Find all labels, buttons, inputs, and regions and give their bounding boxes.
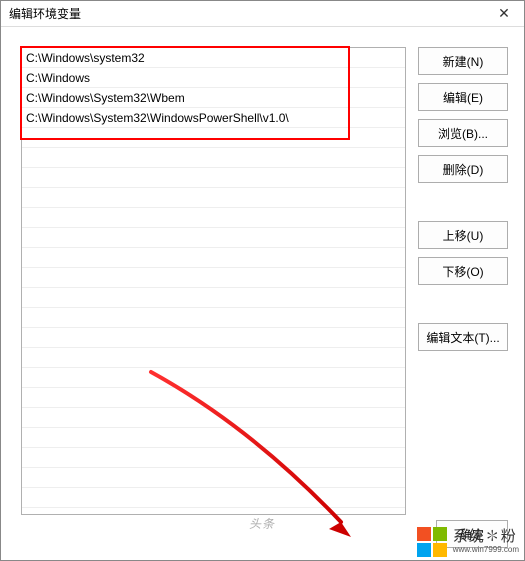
titlebar: 编辑环境变量 ✕	[1, 1, 524, 27]
list-item-empty[interactable]	[22, 148, 405, 168]
list-item-empty[interactable]	[22, 388, 405, 408]
list-item-empty[interactable]	[22, 168, 405, 188]
list-item-empty[interactable]	[22, 208, 405, 228]
list-item-empty[interactable]	[22, 468, 405, 488]
list-item-empty[interactable]	[22, 368, 405, 388]
ok-button[interactable]: 确定	[436, 520, 508, 548]
close-button[interactable]: ✕	[484, 1, 524, 27]
list-item-empty[interactable]	[22, 448, 405, 468]
move-down-button[interactable]: 下移(O)	[418, 257, 508, 285]
list-item[interactable]: C:\Windows\System32\Wbem	[22, 88, 405, 108]
list-item[interactable]: C:\Windows\System32\WindowsPowerShell\v1…	[22, 108, 405, 128]
dialog-body: C:\Windows\system32 C:\Windows C:\Window…	[1, 27, 524, 560]
dialog-window: 编辑环境变量 ✕ C:\Windows\system32 C:\Windows …	[0, 0, 525, 561]
list-item-empty[interactable]	[22, 428, 405, 448]
edit-button[interactable]: 编辑(E)	[418, 83, 508, 111]
path-list[interactable]: C:\Windows\system32 C:\Windows C:\Window…	[21, 47, 406, 515]
button-column: 新建(N) 编辑(E) 浏览(B)... 删除(D) 上移(U) 下移(O) 编…	[418, 47, 508, 548]
browse-button[interactable]: 浏览(B)...	[418, 119, 508, 147]
close-icon: ✕	[498, 5, 510, 22]
list-item-empty[interactable]	[22, 128, 405, 148]
list-item[interactable]: C:\Windows	[22, 68, 405, 88]
move-up-button[interactable]: 上移(U)	[418, 221, 508, 249]
new-button[interactable]: 新建(N)	[418, 47, 508, 75]
list-item-empty[interactable]	[22, 308, 405, 328]
list-item-empty[interactable]	[22, 228, 405, 248]
list-item-empty[interactable]	[22, 328, 405, 348]
list-item-empty[interactable]	[22, 268, 405, 288]
list-item-empty[interactable]	[22, 348, 405, 368]
list-item-empty[interactable]	[22, 188, 405, 208]
content-row: C:\Windows\system32 C:\Windows C:\Window…	[21, 47, 508, 548]
edit-text-button[interactable]: 编辑文本(T)...	[418, 323, 508, 351]
list-item-empty[interactable]	[22, 288, 405, 308]
list-item[interactable]: C:\Windows\system32	[22, 48, 405, 68]
dialog-title: 编辑环境变量	[9, 5, 81, 22]
list-item-empty[interactable]	[22, 248, 405, 268]
list-area: C:\Windows\system32 C:\Windows C:\Window…	[21, 47, 406, 548]
list-item-empty[interactable]	[22, 408, 405, 428]
list-item-empty[interactable]	[22, 488, 405, 508]
delete-button[interactable]: 删除(D)	[418, 155, 508, 183]
bottom-buttons: 确定	[436, 520, 508, 548]
